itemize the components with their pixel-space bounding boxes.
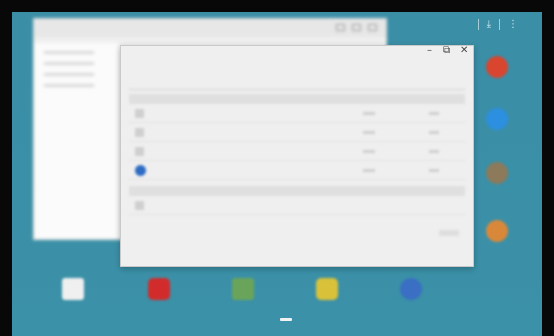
list-item[interactable] — [129, 104, 465, 123]
list-item[interactable] — [129, 142, 465, 161]
section-header — [129, 186, 465, 196]
dock — [60, 270, 440, 306]
globe-app-icon[interactable] — [400, 278, 422, 300]
blue-download-app-icon[interactable] — [486, 108, 508, 130]
youtube-app-icon[interactable] — [148, 278, 170, 300]
notes-app-icon[interactable] — [316, 278, 338, 300]
avatar-icon — [135, 164, 146, 176]
background-window-titlebar[interactable] — [34, 19, 386, 37]
background-window-sidebar — [34, 43, 118, 239]
foreground-window-content — [121, 58, 473, 266]
maximize-button[interactable]: ⧉ — [443, 45, 450, 57]
status-actions: ⤓ ⋮ — [458, 16, 518, 32]
sidebar-lines — [34, 51, 118, 87]
item-icon — [135, 200, 144, 210]
minimize-icon[interactable] — [336, 24, 345, 31]
item-icon — [135, 108, 144, 118]
maps-app-icon[interactable] — [232, 278, 254, 300]
list-item[interactable] — [129, 196, 465, 215]
calendar-app-icon[interactable] — [62, 278, 84, 300]
foreground-window[interactable]: – ⧉ ✕ — [120, 45, 474, 267]
home-indicator[interactable] — [280, 318, 292, 321]
item-icon — [135, 146, 144, 156]
more-vert-icon[interactable]: ⋮ — [508, 19, 518, 30]
bezel-top — [0, 0, 554, 12]
multicolor-app-icon[interactable] — [486, 162, 508, 184]
foreground-window-titlebar[interactable]: – ⧉ ✕ — [121, 45, 473, 58]
bezel-left — [0, 0, 12, 336]
download-icon[interactable]: ⤓ — [487, 19, 491, 30]
column-headers — [129, 76, 465, 90]
red-app-icon[interactable] — [486, 56, 508, 78]
minimize-button[interactable]: – — [427, 45, 432, 57]
footer-button[interactable] — [439, 230, 459, 236]
close-button[interactable]: ✕ — [460, 45, 468, 57]
status-divider — [477, 18, 479, 30]
section-header — [129, 94, 465, 104]
chrome-app-icon[interactable] — [486, 220, 508, 242]
maximize-icon[interactable] — [352, 24, 361, 31]
close-icon[interactable] — [368, 24, 377, 31]
list-item[interactable] — [129, 161, 465, 180]
list-item[interactable] — [129, 123, 465, 142]
status-divider — [499, 18, 500, 30]
window-header — [121, 58, 473, 76]
item-icon — [135, 127, 144, 137]
bezel-right — [542, 0, 554, 336]
